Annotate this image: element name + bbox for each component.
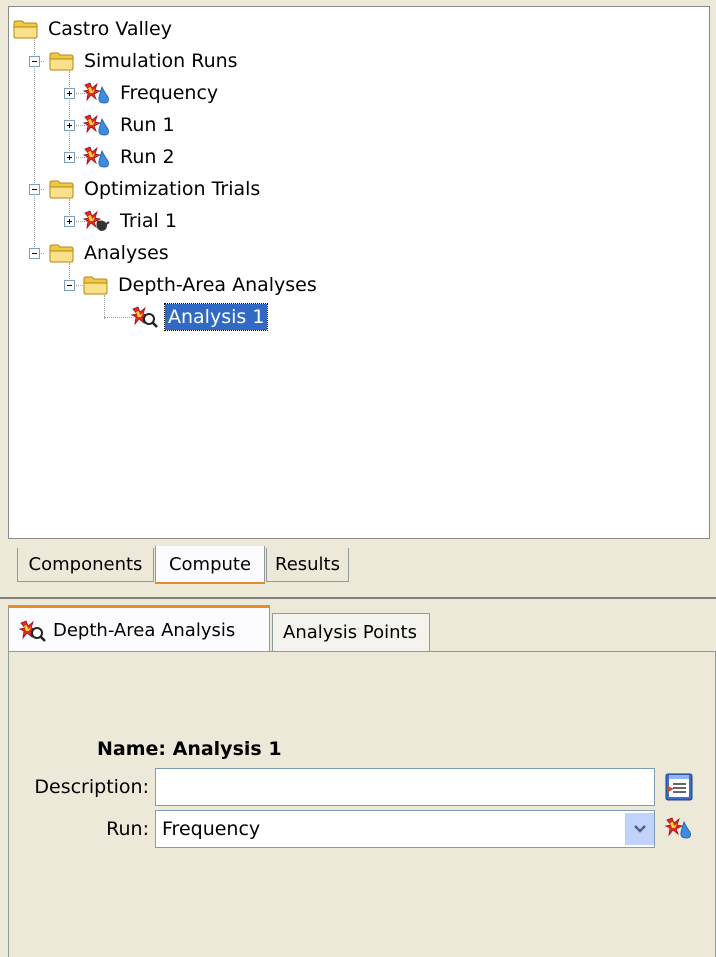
tree-node-label: Optimization Trials: [84, 178, 261, 200]
tree-node-depth-area-analyses[interactable]: Depth-Area Analyses: [83, 269, 320, 301]
tree-node-run-2[interactable]: Run 2: [83, 141, 178, 173]
depth-area-analysis-icon: [131, 305, 159, 329]
folder-icon: [83, 275, 109, 295]
simulation-run-icon: [83, 113, 111, 137]
collapse-toggle-icon[interactable]: [64, 280, 75, 291]
collapse-toggle-icon[interactable]: [29, 184, 40, 195]
folder-icon: [49, 243, 75, 263]
tree-node-label: Run 1: [120, 114, 175, 136]
tree-node-label: Frequency: [120, 82, 219, 104]
expand-toggle-icon[interactable]: [64, 152, 75, 163]
simulation-run-icon: [83, 81, 111, 105]
folder-icon: [49, 51, 75, 71]
simulation-run-icon: [83, 145, 111, 169]
analysis-icon: [19, 619, 47, 643]
tree-node-simulation-runs[interactable]: Simulation Runs: [49, 45, 241, 77]
expand-toggle-icon[interactable]: [64, 120, 75, 131]
tab-depth-area-analysis[interactable]: Depth-Area Analysis: [8, 605, 270, 653]
tree-node-label-selected: Analysis 1: [163, 303, 269, 331]
run-properties-button[interactable]: [665, 814, 693, 842]
chevron-down-icon[interactable]: [625, 813, 654, 845]
expand-toggle-icon[interactable]: [64, 88, 75, 99]
folder-icon: [13, 19, 39, 39]
simulation-run-icon: [665, 814, 693, 842]
tree-node-label: Analyses: [84, 242, 169, 264]
folder-icon: [49, 179, 75, 199]
tree-node-label: Depth-Area Analyses: [118, 274, 317, 296]
tree-node-run-1[interactable]: Run 1: [83, 109, 178, 141]
project-tree[interactable]: Castro Valley Simulation Runs Frequency …: [8, 6, 710, 539]
tree-node-optimization-trials[interactable]: Optimization Trials: [49, 173, 263, 205]
expand-toggle-icon[interactable]: [64, 216, 75, 227]
tree-node-label: Simulation Runs: [84, 50, 238, 72]
collapse-toggle-icon[interactable]: [29, 56, 40, 67]
collapse-toggle-icon[interactable]: [29, 248, 40, 259]
tree-node-analyses[interactable]: Analyses: [49, 237, 172, 269]
tab-label: Analysis Points: [283, 622, 417, 643]
tree-node-label: Trial 1: [120, 210, 177, 232]
tree-node-root[interactable]: Castro Valley: [13, 13, 175, 45]
tab-analysis-points[interactable]: Analysis Points: [272, 613, 430, 651]
run-select[interactable]: Frequency: [155, 810, 655, 848]
run-label: Run:: [106, 818, 149, 840]
description-editor-button[interactable]: [665, 773, 693, 801]
tree-guide-line: [34, 37, 35, 255]
property-panel: Depth-Area Analysis Analysis Points Name…: [8, 605, 716, 957]
tree-node-run-frequency[interactable]: Frequency: [83, 77, 221, 109]
tree-node-trial-1[interactable]: Trial 1: [83, 205, 180, 237]
tab-compute[interactable]: Compute: [155, 546, 265, 584]
tree-node-analysis-1[interactable]: Analysis 1: [131, 301, 269, 333]
description-label: Description:: [34, 776, 149, 798]
tab-label: Depth-Area Analysis: [53, 620, 236, 641]
analysis-name-heading: Name: Analysis 1: [97, 738, 282, 760]
tab-label: Components: [28, 554, 143, 575]
tree-guide-line: [104, 317, 132, 318]
depth-area-analysis-form: Name: Analysis 1 Description: Run: Frequ…: [8, 651, 716, 957]
tree-node-label: Castro Valley: [48, 18, 172, 40]
tree-guide-line: [69, 71, 70, 159]
description-field[interactable]: [155, 768, 655, 806]
tab-components[interactable]: Components: [17, 548, 154, 582]
optimization-trial-icon: [83, 209, 111, 233]
tab-label: Compute: [168, 553, 252, 575]
notes-icon: [665, 773, 693, 801]
run-select-value: Frequency: [162, 818, 261, 840]
tab-label: Results: [275, 554, 340, 575]
tab-results[interactable]: Results: [266, 548, 349, 582]
panel-splitter[interactable]: [0, 597, 716, 605]
tree-node-label: Run 2: [120, 146, 175, 168]
